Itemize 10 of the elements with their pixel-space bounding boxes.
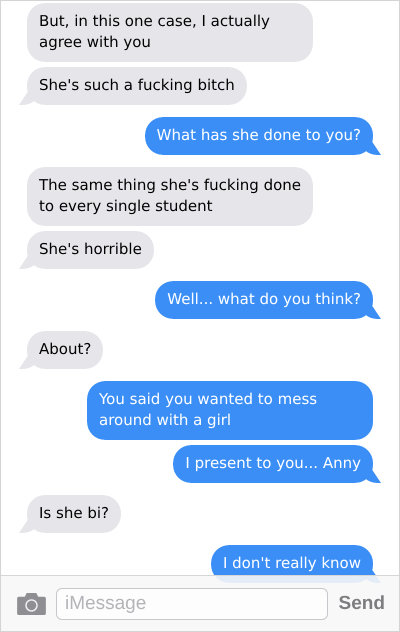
message-bubble: What has she done to you? <box>144 117 381 155</box>
camera-icon[interactable] <box>16 592 47 615</box>
message-bubble: She's such a fucking bitch <box>19 67 247 105</box>
send-button[interactable]: Send <box>336 592 387 614</box>
message-bubble: Well... what do you think? <box>155 281 381 319</box>
message-bubble: About? <box>19 331 104 369</box>
message-bubble: Is she bi? <box>19 495 121 533</box>
message-field[interactable]: iMessage <box>56 588 328 620</box>
message-bubble: I present to you... Anny <box>173 445 381 483</box>
message-bubble: She's horrible <box>19 231 154 269</box>
